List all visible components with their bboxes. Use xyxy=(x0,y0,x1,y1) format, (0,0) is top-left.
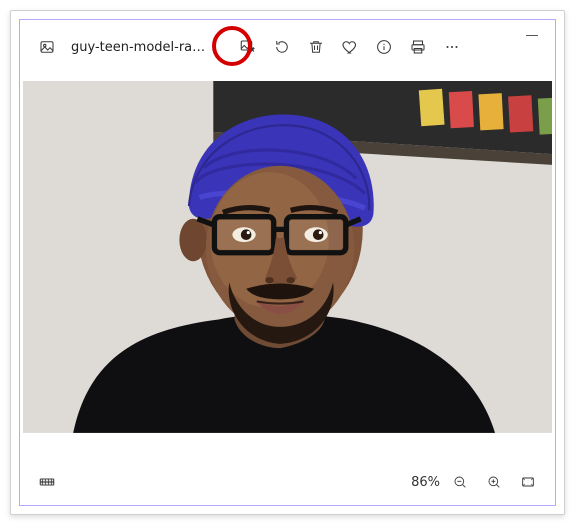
zoom-in-button[interactable] xyxy=(480,468,508,496)
zoom-level: 86% xyxy=(411,475,440,490)
info-button[interactable] xyxy=(370,33,398,61)
minimize-button[interactable] xyxy=(526,35,538,36)
photo-content xyxy=(23,81,552,452)
file-title: guy-teen-model-rando… xyxy=(71,40,206,55)
rotate-button[interactable] xyxy=(268,33,296,61)
fit-to-window-button[interactable] xyxy=(514,468,542,496)
zoom-out-button[interactable] xyxy=(446,468,474,496)
photos-window: guy-teen-model-rando… xyxy=(10,10,565,515)
footer-bar: 86% xyxy=(11,460,564,514)
photos-app-icon[interactable] xyxy=(33,33,61,61)
edit-image-button[interactable] xyxy=(234,33,262,61)
print-button[interactable] xyxy=(404,33,432,61)
favorite-button[interactable] xyxy=(336,33,364,61)
more-button[interactable] xyxy=(438,33,466,61)
image-canvas[interactable] xyxy=(23,81,552,452)
filmstrip-button[interactable] xyxy=(33,468,61,496)
delete-button[interactable] xyxy=(302,33,330,61)
toolbar: guy-teen-model-rando… xyxy=(11,11,564,71)
